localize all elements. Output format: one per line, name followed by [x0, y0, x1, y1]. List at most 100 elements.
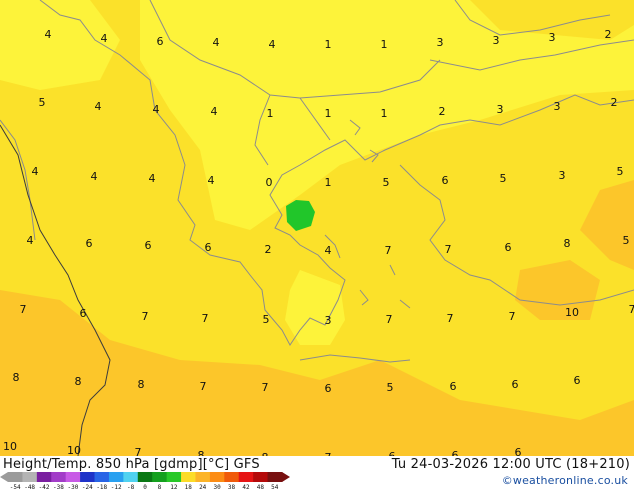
weather-map: 4 4 6 4 4 1 1 3 3 3 2 5 4 4 4 1 1 1 2 3 3 2 4 4 4 4 0 1 5 6 5 3 5 4 6 6 6 2 4 7… — [0, 0, 634, 456]
value-label: 8 — [198, 449, 205, 456]
value-label: 2 — [439, 105, 446, 118]
value-label: 4 — [149, 172, 156, 185]
legend-tick-label: -48 — [24, 484, 35, 490]
legend-swatch — [181, 472, 196, 482]
value-label: 5 — [263, 313, 270, 326]
value-label: 6 — [86, 237, 93, 250]
value-label: 1 — [381, 107, 388, 120]
value-label: 5 — [500, 172, 507, 185]
legend-tick-label: 8 — [158, 484, 162, 490]
value-label: 8 — [138, 378, 145, 391]
legend-tick-label: -42 — [39, 484, 50, 490]
value-label: 4 — [27, 234, 34, 247]
legend-swatch — [22, 472, 38, 482]
value-label: 7 — [629, 303, 634, 316]
value-label: 5 — [623, 234, 630, 247]
value-label: 7 — [262, 381, 269, 394]
value-label: 3 — [554, 100, 561, 113]
legend-tick-label: 18 — [185, 484, 193, 490]
value-label: 10 — [3, 440, 17, 453]
value-label: 1 — [325, 176, 332, 189]
value-label: 4 — [32, 165, 39, 178]
legend-swatch — [195, 472, 211, 482]
legend-swatch — [253, 472, 269, 482]
legend-tick-label: 12 — [170, 484, 178, 490]
legend-tick-label: -30 — [67, 484, 78, 490]
value-label: 6 — [205, 241, 212, 254]
value-label: 6 — [574, 374, 581, 387]
legend-swatch — [8, 472, 23, 482]
legend-swatch — [166, 472, 182, 482]
value-label: 4 — [153, 103, 160, 116]
legend-swatch — [51, 472, 67, 482]
credit-link[interactable]: ©weatheronline.co.uk — [502, 474, 628, 487]
value-label: 6 — [515, 446, 522, 456]
value-label: 3 — [437, 36, 444, 49]
value-label: 6 — [80, 307, 87, 320]
value-label: 6 — [452, 449, 459, 456]
color-legend: -54 -48 -42 -38 -30 -24 -18 -12 -8 0 8 12 18 24 30 38 42… — [0, 472, 290, 490]
value-label: 3 — [497, 103, 504, 116]
value-label: 1 — [325, 107, 332, 120]
value-label: 4 — [101, 32, 108, 45]
value-label: 3 — [559, 169, 566, 182]
value-label: 2 — [611, 96, 618, 109]
value-label: 3 — [549, 31, 556, 44]
legend-swatch — [65, 472, 81, 482]
legend-swatch — [36, 472, 52, 482]
legend-arrow-right — [282, 472, 290, 482]
legend-tick-label: -38 — [53, 484, 64, 490]
legend-swatch — [123, 472, 139, 482]
value-label: 0 — [266, 176, 273, 189]
value-label: 7 — [447, 312, 454, 325]
value-label: 3 — [325, 314, 332, 327]
legend-swatch — [209, 472, 225, 482]
value-label: 5 — [383, 176, 390, 189]
value-label: 10 — [565, 306, 579, 319]
value-label: 4 — [91, 170, 98, 183]
value-label: 1 — [267, 107, 274, 120]
legend-arrow-left — [0, 472, 8, 482]
valid-time: Tu 24-03-2026 12:00 UTC (18+210) — [391, 457, 630, 472]
legend-tick-label: 24 — [199, 484, 207, 490]
value-label: 6 — [145, 239, 152, 252]
value-label: 7 — [200, 380, 207, 393]
value-label: 4 — [211, 105, 218, 118]
legend-swatch — [238, 472, 254, 482]
value-label: 6 — [505, 241, 512, 254]
value-label: 7 — [445, 243, 452, 256]
value-label: 4 — [269, 38, 276, 51]
value-label: 4 — [45, 28, 52, 41]
value-label: 7 — [135, 446, 142, 456]
value-label: 1 — [381, 38, 388, 51]
value-label: 4 — [213, 36, 220, 49]
legend-tick-label: 0 — [143, 484, 147, 490]
legend-tick-label: -12 — [111, 484, 122, 490]
value-label: 2 — [265, 243, 272, 256]
value-label: 6 — [157, 35, 164, 48]
legend-tick-label: 30 — [213, 484, 221, 490]
legend-swatch — [137, 472, 153, 482]
legend-swatch — [108, 472, 124, 482]
legend-tick-label: -8 — [127, 484, 135, 490]
legend-swatch — [94, 472, 110, 482]
value-label: 4 — [95, 100, 102, 113]
value-label: 5 — [387, 381, 394, 394]
value-label: 7 — [20, 303, 27, 316]
value-label: 8 — [13, 371, 20, 384]
value-label: 8 — [75, 375, 82, 388]
value-label: 7 — [509, 310, 516, 323]
value-label: 5 — [39, 96, 46, 109]
legend-tick-label: -18 — [96, 484, 107, 490]
legend-tick-label: 54 — [271, 484, 279, 490]
legend-swatch — [80, 472, 96, 482]
value-label: 10 — [67, 444, 81, 456]
legend-tick-label: 42 — [242, 484, 250, 490]
legend-ticks: -54 -48 -42 -38 -30 -24 -18 -12 -8 0 8 12 18 24 30 38 42… — [10, 484, 279, 490]
value-label: 4 — [325, 244, 332, 257]
value-label: 8 — [564, 237, 571, 250]
legend-tick-label: -54 — [10, 484, 21, 490]
value-label: 3 — [493, 34, 500, 47]
value-label: 6 — [442, 174, 449, 187]
value-label: 7 — [385, 244, 392, 257]
